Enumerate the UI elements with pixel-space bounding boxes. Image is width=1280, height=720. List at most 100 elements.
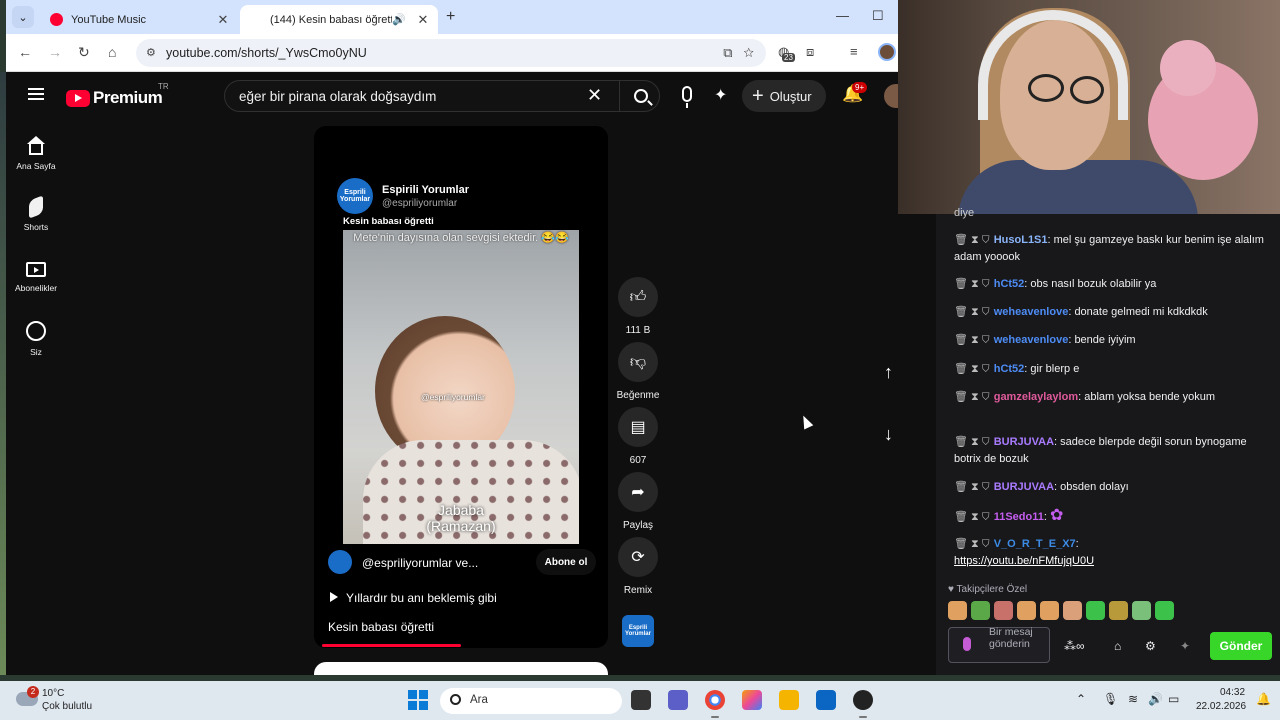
media-control-icon[interactable]: ≡ <box>850 44 858 59</box>
teams-icon[interactable] <box>668 690 688 710</box>
emote-icon[interactable] <box>1040 601 1059 620</box>
mod-tools-icon[interactable]: 🗑 ⧗ ⛉ <box>954 234 990 246</box>
next-short-preview[interactable] <box>314 662 608 675</box>
chrome-icon[interactable] <box>705 690 725 710</box>
volume-icon[interactable]: 🔊 <box>1148 692 1163 706</box>
notification-icon[interactable]: 🔔 <box>1256 692 1271 706</box>
chat-link[interactable]: https://youtu.be/nFMfujqU0U <box>954 555 1094 567</box>
emote-icon[interactable] <box>1109 601 1128 620</box>
close-icon[interactable]: ✕ <box>416 12 430 28</box>
chat-username[interactable]: BURJUVAA <box>994 481 1054 493</box>
weather-condition[interactable]: Çok bulutlu <box>42 701 92 712</box>
minimize-icon[interactable]: — <box>836 8 849 23</box>
profile-avatar[interactable] <box>878 43 896 61</box>
extensions-puzzle-icon[interactable]: ⧈ <box>806 44 814 60</box>
mod-tools-icon[interactable]: 🗑 ⧗ ⛉ <box>954 481 990 493</box>
remix-button[interactable]: ⟳ Remix <box>618 537 658 596</box>
like-button[interactable]: 👍︎ 111 B <box>618 277 658 336</box>
send-button[interactable]: Gönder <box>1210 632 1272 660</box>
tab-search-button[interactable]: ⌄ <box>12 6 34 28</box>
home-icon[interactable]: ⌂ <box>108 44 116 60</box>
obs-icon[interactable] <box>853 690 873 710</box>
mod-tools-icon[interactable]: 🗑 ⧗ ⛉ <box>954 538 990 550</box>
address-bar[interactable]: ⚙ youtube.com/shorts/_YwsCmo0yNU ⧉ ☆ <box>136 39 766 67</box>
search-input[interactable]: eğer bir pirana olarak doğsaydım ✕ <box>224 80 660 112</box>
new-tab-button[interactable]: + <box>446 8 455 26</box>
cast-icon[interactable]: ✦ <box>714 85 727 105</box>
channel-avatar[interactable]: Esprili Yorumlar <box>337 178 373 214</box>
share-button[interactable]: ➦ Paylaş <box>618 472 658 531</box>
battery-icon[interactable]: ▭ <box>1168 692 1179 706</box>
sidenav-item-home[interactable]: Ana Sayfa <box>6 136 66 171</box>
previous-short-arrow-icon[interactable]: ↑ <box>884 362 893 383</box>
puzzle-icon[interactable]: ✦ <box>1180 639 1190 653</box>
bookmark-star-icon[interactable]: ⧉ ☆ <box>723 45 754 61</box>
video-frame[interactable]: Mete'nin dayısına olan sevgisi ektedir. … <box>343 230 579 544</box>
voice-search-icon[interactable] <box>682 86 692 108</box>
microphone-icon[interactable]: 🎙 <box>1103 692 1118 706</box>
close-icon[interactable]: ✕ <box>216 12 230 28</box>
video-progress-bar[interactable] <box>322 644 461 647</box>
shorts-player[interactable]: Esprili Yorumlar Espirili Yorumlar @espr… <box>314 126 608 648</box>
clock-time[interactable]: 04:32 <box>1220 687 1245 698</box>
clock-date[interactable]: 22.02.2026 <box>1196 701 1246 712</box>
chat-username[interactable]: HusoL1S1 <box>994 234 1048 246</box>
emote-icon[interactable] <box>971 601 990 620</box>
emote-icon[interactable] <box>1086 601 1105 620</box>
emote-icon[interactable] <box>1063 601 1082 620</box>
emote-icon[interactable] <box>1017 601 1036 620</box>
tab-active-short[interactable]: (144) Kesin babası öğretti - 🔊 ✕ <box>240 5 438 97</box>
site-info-icon[interactable]: ⚙ <box>146 46 156 59</box>
chat-username[interactable]: 11Sedo11 <box>994 511 1044 523</box>
music-link[interactable]: Yıllardır bu anı beklemiş gibi <box>330 591 497 605</box>
temperature[interactable]: 10°C <box>42 688 64 699</box>
clear-icon[interactable]: ✕ <box>587 85 602 106</box>
chat-username[interactable]: gamzelaylaylom <box>994 391 1078 403</box>
copilot-icon[interactable] <box>742 690 762 710</box>
mod-tools-icon[interactable]: 🗑 ⧗ ⛉ <box>954 278 990 290</box>
comments-button[interactable]: ▤ 607 <box>618 407 658 466</box>
menu-icon[interactable] <box>28 88 44 100</box>
maximize-icon[interactable]: ☐ <box>872 8 884 24</box>
search-button[interactable] <box>619 81 661 111</box>
reload-icon[interactable]: ↻ <box>78 44 90 61</box>
youtube-logo[interactable]: Premium TR <box>66 82 169 108</box>
microphone-icon[interactable] <box>963 637 971 651</box>
speaker-icon[interactable]: 🔊 <box>392 13 406 26</box>
url-text[interactable]: youtube.com/shorts/_YwsCmo0yNU <box>166 46 367 60</box>
tab-youtube-music[interactable]: YouTube Music ✕ <box>42 5 238 34</box>
settings-gear-icon[interactable]: ⚙ <box>1145 639 1156 653</box>
mod-tools-icon[interactable]: 🗑 ⧗ ⛉ <box>954 334 990 346</box>
mod-tools-icon[interactable]: 🗑 ⧗ ⛉ <box>954 391 990 403</box>
chevron-up-icon[interactable]: ⌃ <box>1076 692 1086 706</box>
subscribe-button[interactable]: Abone ol <box>536 549 596 575</box>
sidenav-item-you[interactable]: Siz <box>6 321 66 357</box>
channel-avatar-small[interactable] <box>328 550 352 574</box>
chat-username[interactable]: hCt52 <box>994 278 1025 290</box>
file-explorer-icon[interactable] <box>779 690 799 710</box>
emote-icon[interactable] <box>994 601 1013 620</box>
chat-username[interactable]: V_O_R_T_E_X7 <box>994 538 1076 550</box>
chat-username[interactable]: weheavenlove <box>994 334 1069 346</box>
forward-icon[interactable]: → <box>48 44 62 60</box>
sound-thumbnail[interactable]: Esprili Yorumlar <box>622 615 654 647</box>
create-button[interactable]: + Oluştur <box>742 80 826 112</box>
back-icon[interactable]: ← <box>18 44 32 60</box>
emote-icon[interactable] <box>1132 601 1151 620</box>
sidenav-item-shorts[interactable]: Shorts <box>6 195 66 232</box>
taskbar-search[interactable]: Ara <box>440 688 622 714</box>
next-short-arrow-icon[interactable]: ↓ <box>884 424 893 445</box>
store-icon[interactable]: ⌂ <box>1114 639 1121 653</box>
mod-tools-icon[interactable]: 🗑 ⧗ ⛉ <box>954 306 990 318</box>
mod-tools-icon[interactable]: 🗑 ⧗ ⛉ <box>954 363 990 375</box>
wifi-icon[interactable]: ≋ <box>1128 692 1138 706</box>
sidenav-item-subscriptions[interactable]: Abonelikler <box>6 258 66 293</box>
emote-icon[interactable] <box>1155 601 1174 620</box>
chat-username[interactable]: weheavenlove <box>994 306 1069 318</box>
store-icon[interactable] <box>816 690 836 710</box>
search-query[interactable]: eğer bir pirana olarak doğsaydım <box>239 89 436 104</box>
chat-username[interactable]: hCt52 <box>994 363 1025 375</box>
task-view-icon[interactable] <box>631 690 651 710</box>
windows-start-icon[interactable] <box>408 690 428 710</box>
mod-tools-icon[interactable]: 🗑 ⧗ ⛉ <box>954 436 990 448</box>
